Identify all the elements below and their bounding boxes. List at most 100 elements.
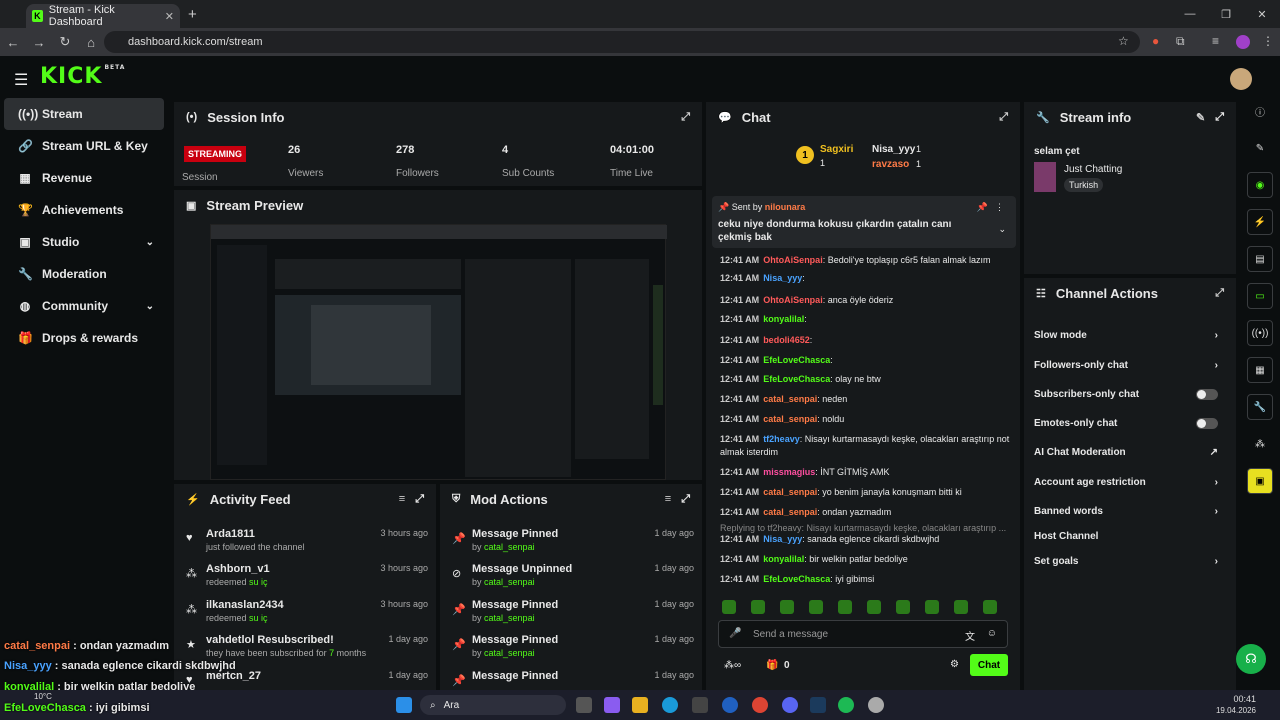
clock-date[interactable]: 19.04.2026 [1216,706,1256,715]
filter-icon[interactable]: ≡ [399,493,405,505]
weather-widget[interactable]: 10°C [34,692,52,701]
points-icon[interactable]: ⁂ [1247,431,1273,457]
sidebar-item-moderation[interactable]: 🔧 Moderation [4,258,164,290]
action-account-age[interactable]: Account age restriction › [1034,477,1218,488]
action-ai-moderation[interactable]: AI Chat Moderation ↗ [1034,447,1218,458]
back-icon[interactable]: ← [0,35,26,50]
sidebar-item-achievements[interactable]: 🏆 Achievements [4,194,164,226]
send-chat-button[interactable]: Chat [970,654,1008,676]
extension-icon[interactable]: ● [1152,34,1159,48]
chat-input[interactable]: 🎤 Send a message 文 ☺ [718,620,1008,648]
unpin-icon[interactable]: 📌 [977,202,988,213]
emote-icon[interactable] [751,600,765,614]
more-icon[interactable]: ⋮ [995,202,1004,213]
subscribers-only-toggle[interactable] [1196,389,1218,400]
chevron-down-icon[interactable]: ⌄ [998,224,1006,235]
gift-icon[interactable]: 🎁 [766,660,778,671]
edit-pencil-icon[interactable]: ✎ [1247,135,1273,161]
emotes-only-toggle[interactable] [1196,418,1218,429]
clipboard-icon[interactable]: ▤ [1247,246,1273,272]
file-explorer-icon[interactable] [632,697,648,713]
sidebar-item-drops-rewards[interactable]: 🎁 Drops & rewards [4,322,164,354]
task-view-icon[interactable] [576,697,592,713]
clock-time[interactable]: 00:41 [1233,694,1256,704]
emote-icon[interactable] [780,600,794,614]
close-window-icon[interactable]: ✕ [1244,0,1280,28]
action-set-goals[interactable]: Set goals › [1034,556,1218,567]
app-icon[interactable] [722,697,738,713]
layout-icon[interactable]: ▦ [1247,357,1273,383]
pin-icon: 📌 [452,639,466,651]
app-icon[interactable] [868,697,884,713]
extensions-puzzle-icon[interactable]: ⧉ [1176,34,1185,49]
channel-actions-panel: ☷ Channel Actions ⤢ Slow mode › Followers-o… [1024,278,1236,690]
hamburger-menu-icon[interactable]: ☰ [14,70,28,90]
emote-icon[interactable] [809,600,823,614]
sidebar-item-studio[interactable]: ▣ Studio ⌄ [4,226,164,258]
media-icon[interactable]: ≡ [1212,34,1219,48]
emote-icon[interactable] [838,600,852,614]
chat-panel: 💬 Chat ⤢ 1 Sagxiri 1 Nisa_yyy 1 ravzaso 1 … [706,102,1020,690]
camera-icon[interactable]: ◉ [1247,172,1273,198]
close-tab-icon[interactable]: ✕ [165,10,174,23]
emote-icon[interactable] [722,600,736,614]
taskbar-search[interactable]: ⌕ Ara [420,695,566,715]
sidebar-item-stream-url-key[interactable]: 🔗 Stream URL & Key [4,130,164,162]
expand-icon[interactable]: ⤢ [1215,111,1224,124]
spotify-icon[interactable] [838,697,854,713]
settings-gear-icon[interactable]: ⚙ [950,659,959,670]
filter-icon[interactable]: ≡ [665,493,671,505]
broadcast-icon[interactable]: ((•)) [1247,320,1273,346]
stream-video[interactable] [210,224,667,480]
minimize-icon[interactable]: — [1172,0,1208,28]
maximize-icon[interactable]: ❐ [1208,0,1244,28]
chat-message: 12:41 AM EfeLoveChasca: iyi gibimsi [720,574,875,584]
chrome-icon[interactable] [752,697,768,713]
lightning-icon[interactable]: ⚡ [1247,209,1273,235]
browser-tab[interactable]: K Stream - Kick Dashboard ✕ [26,4,180,28]
address-bar[interactable]: dashboard.kick.com/stream [104,31,1140,53]
action-followers-only[interactable]: Followers-only chat › [1034,360,1218,371]
edge-icon[interactable] [662,697,678,713]
expand-icon[interactable]: ⤢ [999,111,1008,124]
emoji-icon[interactable]: ☺ [987,628,997,639]
emote-icon[interactable] [925,600,939,614]
emote-icon[interactable] [983,600,997,614]
action-banned-words[interactable]: Banned words › [1034,506,1218,517]
expand-icon[interactable]: ⤢ [1215,287,1224,300]
expand-icon[interactable]: ⤢ [415,493,424,506]
info-icon[interactable]: ⓘ [1247,98,1273,124]
sidebar-item-revenue[interactable]: ▦ Revenue [4,162,164,194]
translate-icon[interactable]: 文 [965,628,975,643]
sidebar-item-community[interactable]: ◍ Community ⌄ [4,290,164,322]
new-tab-icon[interactable]: + [188,6,197,23]
edit-pencil-icon[interactable]: ✎ [1196,111,1205,124]
list-item: 📌 Message Pinned by catal_senpai 1 day ago [452,634,694,658]
expand-icon[interactable]: ⤢ [681,493,690,506]
profile-avatar-icon[interactable] [1236,35,1250,49]
steam-icon[interactable] [810,697,826,713]
menu-icon[interactable]: ⋮ [1262,34,1274,48]
kick-logo[interactable]: KICK BETA [40,64,125,89]
action-host-channel[interactable]: Host Channel [1034,531,1218,542]
sidebar-item-stream[interactable]: ((•)) Stream [4,98,164,130]
emote-icon[interactable] [954,600,968,614]
chat-icon[interactable]: ▭ [1247,283,1273,309]
user-avatar[interactable] [1230,68,1252,90]
windows-start-icon[interactable] [396,697,412,713]
store-icon[interactable] [692,697,708,713]
forward-icon[interactable]: → [26,35,52,50]
action-slow-mode[interactable]: Slow mode › [1034,330,1218,341]
emote-icon[interactable] [896,600,910,614]
reload-icon[interactable]: ↻ [52,34,78,50]
expand-icon[interactable]: ⤢ [681,111,690,124]
bookmark-star-icon[interactable]: ☆ [1118,34,1129,48]
support-headset-icon[interactable]: ☊ [1236,644,1266,674]
copilot-icon[interactable] [604,697,620,713]
points-icon[interactable]: ⁂∞ [724,660,741,671]
emote-icon[interactable] [867,600,881,614]
wrench-icon[interactable]: 🔧 [1247,394,1273,420]
discord-icon[interactable] [782,697,798,713]
clip-icon[interactable]: ▣ [1247,468,1273,494]
home-icon[interactable]: ⌂ [78,35,104,50]
